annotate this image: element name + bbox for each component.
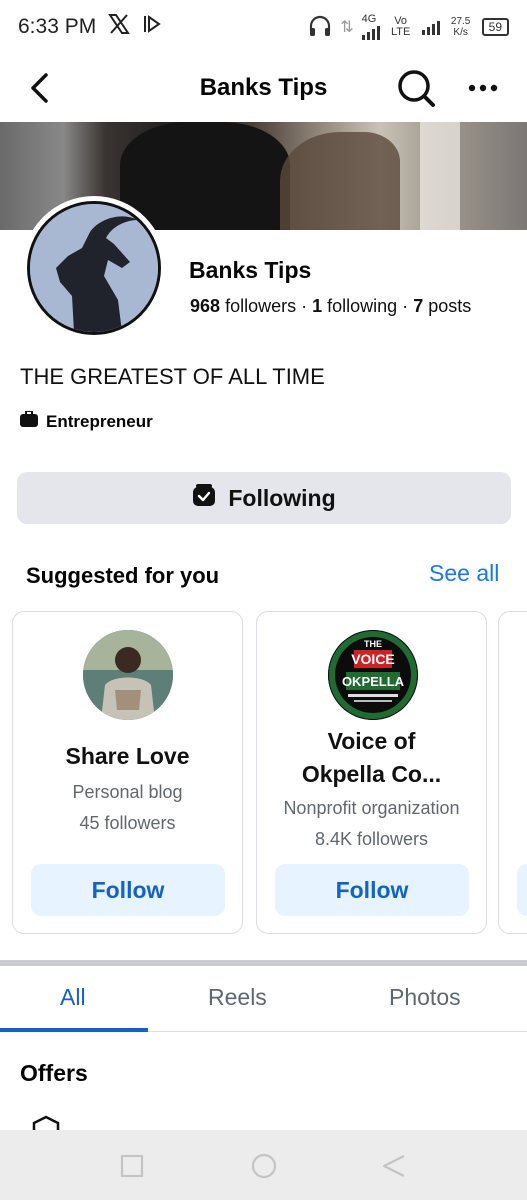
media-icon	[142, 14, 162, 40]
suggestion-name[interactable]: Share Love	[13, 740, 242, 772]
status-bar: 6:33 PM ⇅ 4G Vo LTE 27.5 K/s 59	[0, 0, 527, 54]
suggestion-type: Nonprofit organization	[283, 798, 460, 818]
signal-icon	[361, 24, 380, 40]
offers-title: Offers	[20, 1060, 88, 1086]
cover-goat	[280, 132, 400, 230]
network-4g-label: 4G	[361, 13, 377, 25]
profile-header: Banks Tips	[0, 54, 527, 122]
follow-button[interactable]: Follow	[275, 864, 469, 916]
back-icon[interactable]	[22, 68, 62, 108]
posts-count: 7	[413, 296, 424, 316]
suggestion-name-line2[interactable]: Okpella Co...	[257, 758, 486, 790]
data-arrows-icon: ⇅	[340, 19, 354, 36]
more-icon[interactable]	[462, 66, 506, 110]
suggestion-avatar	[83, 630, 173, 720]
see-all-link[interactable]: See all	[429, 560, 499, 587]
category-label: Entrepreneur	[46, 411, 153, 431]
profile-category: Entrepreneur	[20, 410, 153, 432]
suggestion-followers: 8.4K followers	[314, 829, 429, 849]
network-volte-label: Vo LTE	[390, 15, 411, 38]
nav-square-icon[interactable]	[118, 1152, 146, 1180]
posts-label: posts	[428, 296, 472, 316]
x-logo-icon	[108, 14, 131, 40]
battery-indicator: 59	[481, 18, 509, 36]
cover-figure	[120, 122, 290, 230]
following-button[interactable]: Following	[17, 472, 511, 524]
following-icon	[192, 483, 216, 513]
page-title: Banks Tips	[199, 74, 328, 101]
follow-button-partial[interactable]	[517, 864, 527, 916]
status-time: 6:33 PM	[18, 15, 97, 38]
suggested-title: Suggested for you	[26, 563, 220, 588]
tab-all[interactable]: All	[60, 984, 86, 1011]
goat-silhouette-icon	[30, 204, 158, 332]
profile-avatar[interactable]	[22, 196, 166, 340]
following-button-label: Following	[228, 484, 336, 511]
tab-reels[interactable]: Reels	[208, 984, 267, 1011]
headphones-icon	[308, 15, 332, 40]
profile-name: Banks Tips	[189, 257, 312, 283]
followers-count[interactable]: 968	[190, 296, 220, 316]
suggestion-card-partial[interactable]	[498, 611, 527, 934]
followers-label[interactable]: followers ·	[225, 296, 307, 316]
signal-icon-2	[421, 19, 440, 35]
cover-highlight	[420, 122, 460, 230]
following-count[interactable]: 1	[312, 296, 322, 316]
suggestion-followers: 45 followers	[79, 813, 176, 833]
suggestion-card[interactable]: THE VOICE OKPELLA Voice of Okpella Co...…	[256, 611, 487, 934]
briefcase-icon	[20, 410, 38, 432]
nav-back-icon[interactable]	[380, 1152, 408, 1180]
suggestion-logo: THE VOICE OKPELLA	[328, 630, 418, 720]
suggestion-type: Personal blog	[72, 782, 183, 802]
suggestion-name-line1[interactable]: Voice of	[257, 725, 486, 757]
network-speed: 27.5 K/s	[450, 16, 471, 38]
search-icon[interactable]	[394, 66, 438, 110]
avatar-image	[27, 201, 161, 335]
logo-text-voice: VOICE	[351, 651, 395, 667]
suggestion-card[interactable]: Share Love Personal blog 45 followers Fo…	[12, 611, 243, 934]
content-tabs: All Reels Photos	[0, 966, 527, 1032]
active-tab-indicator	[0, 1028, 148, 1032]
signal-group-1: 4G	[361, 13, 380, 40]
logo-text-okpella: OKPELLA	[342, 674, 405, 689]
profile-bio: THE GREATEST OF ALL TIME	[20, 364, 325, 389]
following-label[interactable]: following ·	[327, 296, 408, 316]
follow-button[interactable]: Follow	[31, 864, 225, 916]
system-nav-bar	[0, 1130, 527, 1200]
logo-text-the: THE	[364, 639, 382, 649]
nav-home-icon[interactable]	[250, 1152, 278, 1180]
tab-photos[interactable]: Photos	[389, 984, 461, 1011]
profile-stats: 968 followers · 1 following · 7 posts	[190, 296, 471, 317]
